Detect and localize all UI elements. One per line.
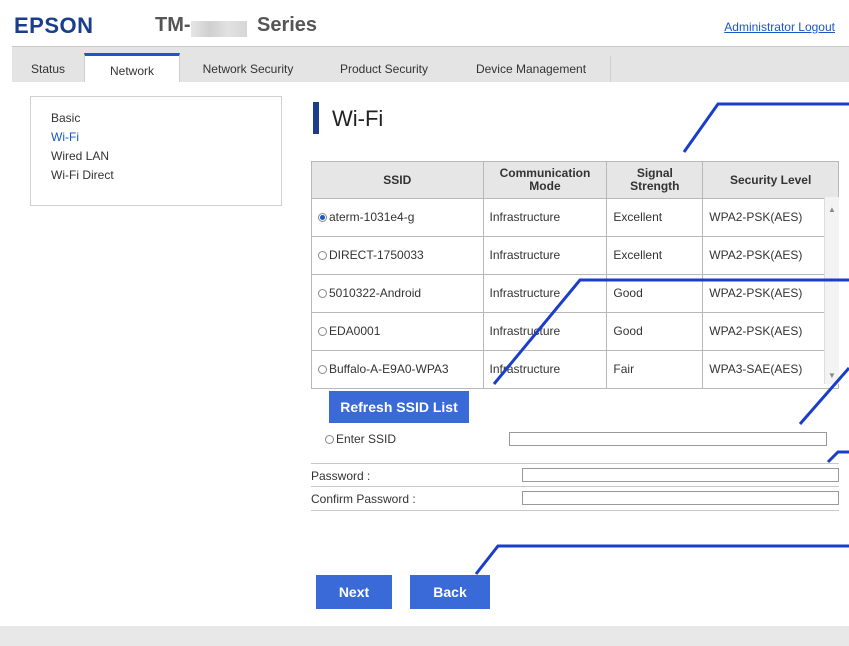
- divider: [311, 510, 839, 511]
- ssid-cell[interactable]: aterm-1031e4-g: [311, 198, 484, 237]
- tab-network[interactable]: Network: [84, 53, 180, 83]
- mode-cell: Infrastructure: [482, 274, 608, 313]
- sidebar: Basic Wi-Fi Wired LAN Wi-Fi Direct: [30, 96, 282, 206]
- redacted-model-number: [191, 21, 247, 37]
- refresh-ssid-list-button[interactable]: Refresh SSID List: [329, 391, 469, 423]
- divider: [311, 463, 839, 464]
- security-cell: WPA3-SAE(AES): [702, 350, 839, 389]
- sidebar-item-wifi[interactable]: Wi-Fi: [51, 130, 79, 144]
- radio-icon[interactable]: [318, 327, 327, 336]
- radio-icon[interactable]: [318, 365, 327, 374]
- next-button[interactable]: Next: [316, 575, 392, 609]
- tab-device-management[interactable]: Device Management: [452, 56, 611, 83]
- scroll-down-arrow-icon[interactable]: ▼: [828, 371, 836, 380]
- table-row[interactable]: aterm-1031e4-g Infrastructure Excellent …: [311, 198, 839, 237]
- mode-cell: Infrastructure: [482, 312, 608, 351]
- radio-selected-icon[interactable]: [318, 213, 327, 222]
- table-row[interactable]: EDA0001 Infrastructure Good WPA2-PSK(AES…: [311, 312, 839, 351]
- ssid-name: Buffalo-A-E9A0-WPA3: [329, 362, 449, 376]
- security-cell: WPA2-PSK(AES): [702, 236, 839, 275]
- signal-cell: Fair: [606, 350, 704, 389]
- signal-cell: Good: [606, 274, 704, 313]
- enter-ssid-option[interactable]: Enter SSID: [325, 432, 396, 446]
- ssid-name: EDA0001: [329, 324, 381, 338]
- sidebar-item-wifi-direct[interactable]: Wi-Fi Direct: [51, 168, 114, 182]
- mode-cell: Infrastructure: [482, 198, 608, 237]
- scroll-up-arrow-icon[interactable]: ▲: [828, 205, 836, 214]
- page-title: Wi-Fi: [332, 106, 384, 131]
- ssid-name: aterm-1031e4-g: [329, 210, 415, 224]
- radio-icon[interactable]: [318, 289, 327, 298]
- ssid-name: DIRECT-1750033: [329, 248, 424, 262]
- mode-cell: Infrastructure: [482, 350, 608, 389]
- title-accent-bar: [313, 102, 319, 134]
- header: EPSON TM- Series Administrator Logout: [0, 0, 849, 46]
- column-header-security-level: Security Level: [702, 161, 839, 199]
- security-cell: WPA2-PSK(AES): [702, 312, 839, 351]
- ssid-cell[interactable]: 5010322-Android: [311, 274, 484, 313]
- table-row[interactable]: Buffalo-A-E9A0-WPA3 Infrastructure Fair …: [311, 350, 839, 389]
- ssid-cell[interactable]: EDA0001: [311, 312, 484, 351]
- radio-icon[interactable]: [325, 435, 334, 444]
- mode-cell: Infrastructure: [482, 236, 608, 275]
- signal-cell: Excellent: [606, 198, 704, 237]
- confirm-password-input[interactable]: [522, 491, 839, 505]
- table-scrollbar[interactable]: ▲ ▼: [824, 197, 839, 384]
- epson-logo: EPSON: [14, 13, 94, 38]
- table-row[interactable]: DIRECT-1750033 Infrastructure Excellent …: [311, 236, 839, 275]
- tab-bar: Status Network Network Security Product …: [12, 46, 849, 83]
- bottom-band: [0, 626, 849, 646]
- model-prefix: TM-: [155, 14, 191, 36]
- tab-status[interactable]: Status: [12, 56, 85, 83]
- security-cell: WPA2-PSK(AES): [702, 198, 839, 237]
- tab-network-security[interactable]: Network Security: [180, 56, 317, 83]
- ssid-cell[interactable]: DIRECT-1750033: [311, 236, 484, 275]
- divider: [311, 486, 839, 487]
- signal-cell: Excellent: [606, 236, 704, 275]
- password-input[interactable]: [522, 468, 839, 482]
- table-row[interactable]: 5010322-Android Infrastructure Good WPA2…: [311, 274, 839, 313]
- tab-product-security[interactable]: Product Security: [316, 56, 453, 83]
- security-cell: WPA2-PSK(AES): [702, 274, 839, 313]
- radio-icon[interactable]: [318, 251, 327, 260]
- model-suffix: Series: [257, 14, 318, 36]
- ssid-table: SSID Communication Mode Signal Strength …: [311, 161, 839, 389]
- signal-cell: Good: [606, 312, 704, 351]
- column-header-signal-strength: Signal Strength: [606, 161, 704, 199]
- column-header-ssid: SSID: [311, 161, 484, 199]
- ssid-cell[interactable]: Buffalo-A-E9A0-WPA3: [311, 350, 484, 389]
- confirm-password-label: Confirm Password :: [311, 492, 416, 506]
- password-label: Password :: [311, 469, 371, 483]
- sidebar-item-basic[interactable]: Basic: [51, 111, 80, 125]
- back-button[interactable]: Back: [410, 575, 490, 609]
- administrator-logout-link[interactable]: Administrator Logout: [724, 20, 835, 34]
- enter-ssid-label: Enter SSID: [336, 432, 397, 446]
- sidebar-item-wired-lan[interactable]: Wired LAN: [51, 149, 109, 163]
- ssid-name: 5010322-Android: [329, 286, 422, 300]
- column-header-communication-mode: Communication Mode: [482, 161, 608, 199]
- enter-ssid-input[interactable]: [509, 432, 827, 446]
